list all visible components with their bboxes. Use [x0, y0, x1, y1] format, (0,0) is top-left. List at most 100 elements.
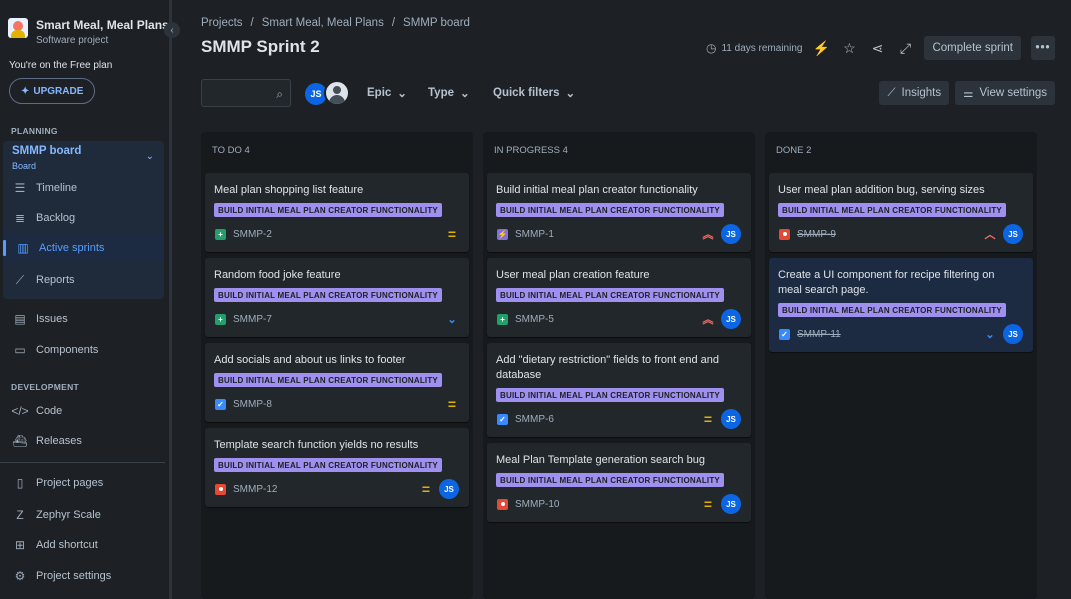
issue-card[interactable]: Add "dietary restriction" fields to fron…	[487, 343, 751, 437]
column-title: DONE 2	[776, 145, 812, 156]
issue-key[interactable]: SMMP-8	[233, 399, 272, 410]
header-tools: ◷ 11 days remaining ⚡ ☆ ⋖ ⤢ Complete spr…	[706, 36, 1055, 60]
sidebar-item-label: Project settings	[36, 570, 112, 582]
priority-low-icon: ⌄	[447, 313, 457, 326]
card-footer: ✓ SMMP-11 ⌄ JS	[779, 324, 1023, 344]
issue-card[interactable]: Random food joke feature BUILD INITIAL M…	[205, 258, 469, 337]
assignee-avatar[interactable]: JS	[439, 479, 459, 499]
upgrade-button[interactable]: ✦ UPGRADE	[9, 78, 96, 104]
fullscreen-icon[interactable]: ⤢	[896, 39, 914, 57]
star-icon[interactable]: ☆	[840, 39, 858, 57]
chevron-down-icon[interactable]: ⌄	[146, 151, 154, 162]
issue-card[interactable]: Create a UI component for recipe filteri…	[769, 258, 1033, 352]
issue-card[interactable]: User meal plan addition bug, serving siz…	[769, 173, 1033, 252]
issue-key[interactable]: SMMP-12	[233, 484, 277, 495]
issue-card[interactable]: Build initial meal plan creator function…	[487, 173, 751, 252]
epic-label: BUILD INITIAL MEAL PLAN CREATOR FUNCTION…	[496, 473, 724, 487]
breadcrumb-separator: /	[391, 17, 396, 29]
sidebar-item-reports[interactable]: ⟋ Reports	[0, 266, 170, 294]
sidebar-divider	[0, 462, 165, 463]
project-avatar-icon	[8, 18, 28, 38]
sidebar-item-active-sprints[interactable]: ▥ Active sprints	[3, 234, 164, 262]
code-icon: </>	[11, 404, 29, 418]
breadcrumb-project[interactable]: Smart Meal, Meal Plans	[262, 17, 384, 29]
sliders-icon: ⚌	[963, 88, 974, 100]
issue-card[interactable]: Meal plan shopping list feature BUILD IN…	[205, 173, 469, 252]
bug-icon	[215, 483, 226, 495]
type-filter-dropdown[interactable]: Type ⌄	[428, 79, 470, 107]
sidebar-item-code[interactable]: </> Code	[0, 397, 170, 425]
breadcrumb-board[interactable]: SMMP board	[403, 17, 470, 29]
view-settings-button[interactable]: ⚌ View settings	[955, 81, 1055, 105]
gear-icon: ⚙	[14, 569, 26, 583]
epic-label: BUILD INITIAL MEAL PLAN CREATOR FUNCTION…	[214, 373, 442, 387]
card-title: Meal Plan Template generation search bug	[496, 454, 705, 466]
issues-icon: ▤	[14, 312, 26, 326]
epic-label: BUILD INITIAL MEAL PLAN CREATOR FUNCTION…	[214, 288, 442, 302]
project-header[interactable]: Smart Meal, Meal Plans Software project	[8, 18, 169, 46]
sidebar-item-label: Issues	[36, 313, 68, 325]
assignee-avatar[interactable]: JS	[1003, 324, 1023, 344]
quick-filters-label: Quick filters	[493, 87, 560, 99]
sidebar-item-timeline[interactable]: ☰ Timeline	[0, 174, 170, 202]
issue-card[interactable]: Meal Plan Template generation search bug…	[487, 443, 751, 522]
sidebar-item-project-settings[interactable]: ⚙ Project settings	[0, 562, 170, 590]
board-title[interactable]: SMMP board	[12, 145, 81, 157]
sidebar-item-releases[interactable]: ⛴ Releases	[0, 427, 170, 455]
epic-label: BUILD INITIAL MEAL PLAN CREATOR FUNCTION…	[496, 203, 724, 217]
issue-card[interactable]: User meal plan creation feature BUILD IN…	[487, 258, 751, 337]
search-input[interactable]: ⌕	[201, 79, 291, 107]
issue-card[interactable]: Template search function yields no resul…	[205, 428, 469, 507]
assignee-avatar[interactable]: JS	[721, 309, 741, 329]
chevron-down-icon: ⌄	[397, 88, 407, 100]
search-icon: ⌕	[276, 87, 283, 101]
ship-icon: ⛴	[12, 434, 28, 448]
sidebar-item-backlog[interactable]: ≣ Backlog	[0, 204, 170, 232]
issue-key[interactable]: SMMP-9	[797, 229, 836, 240]
view-settings-label: View settings	[979, 87, 1047, 99]
sidebar-item-label: Project pages	[36, 477, 104, 489]
assignee-avatar[interactable]: JS	[1003, 224, 1023, 244]
bug-icon	[779, 228, 790, 240]
avatar-filter-user[interactable]	[324, 80, 350, 106]
issue-key[interactable]: SMMP-1	[515, 229, 554, 240]
sidebar-item-project-pages[interactable]: ▯ Project pages	[0, 469, 170, 497]
complete-sprint-button[interactable]: Complete sprint	[924, 36, 1021, 60]
card-footer: + SMMP-7 ⌄	[215, 309, 459, 329]
issue-key[interactable]: SMMP-6	[515, 414, 554, 425]
assignee-avatar[interactable]: JS	[721, 494, 741, 514]
automation-icon[interactable]: ⚡	[812, 39, 830, 57]
sidebar-item-add-shortcut[interactable]: ⊞ Add shortcut	[0, 531, 170, 559]
more-actions-button[interactable]: •••	[1031, 36, 1055, 60]
collapse-sidebar-button[interactable]: ‹	[164, 22, 180, 38]
chevron-down-icon: ⌄	[460, 88, 470, 100]
sidebar-item-zephyr-scale[interactable]: Z Zephyr Scale	[0, 501, 170, 529]
quick-filters-dropdown[interactable]: Quick filters ⌄	[493, 79, 575, 107]
issue-key[interactable]: SMMP-11	[797, 329, 841, 340]
card-title: Create a UI component for recipe filteri…	[778, 269, 995, 296]
column-todo: TO DO 4 Meal plan shopping list feature …	[201, 132, 473, 599]
breadcrumb-separator: /	[250, 17, 254, 29]
insights-button[interactable]: ⟋ Insights	[879, 81, 950, 105]
epic-icon: ⚡	[497, 228, 508, 240]
sidebar-item-components[interactable]: ▭ Components	[0, 336, 170, 364]
issue-key[interactable]: SMMP-10	[515, 499, 559, 510]
issue-card[interactable]: Add socials and about us links to footer…	[205, 343, 469, 422]
priority-high-icon: ︽	[702, 314, 714, 326]
issue-key[interactable]: SMMP-2	[233, 229, 272, 240]
share-icon[interactable]: ⋖	[868, 39, 886, 57]
breadcrumb-projects[interactable]: Projects	[201, 17, 243, 29]
issue-key[interactable]: SMMP-5	[515, 314, 554, 325]
issue-key[interactable]: SMMP-7	[233, 314, 272, 325]
epic-filter-dropdown[interactable]: Epic ⌄	[367, 79, 407, 107]
priority-medium-icon: =	[447, 226, 457, 242]
card-title: User meal plan addition bug, serving siz…	[778, 184, 985, 196]
priority-high-icon: ︿	[984, 229, 996, 241]
assignee-avatar[interactable]: JS	[721, 224, 741, 244]
sidebar-item-issues[interactable]: ▤ Issues	[0, 305, 170, 333]
chart-line-icon: ⟋	[15, 272, 25, 287]
assignee-avatar[interactable]: JS	[721, 409, 741, 429]
sidebar-item-label: Add shortcut	[36, 539, 98, 551]
zephyr-icon: Z	[16, 508, 24, 522]
bug-icon	[497, 498, 508, 510]
